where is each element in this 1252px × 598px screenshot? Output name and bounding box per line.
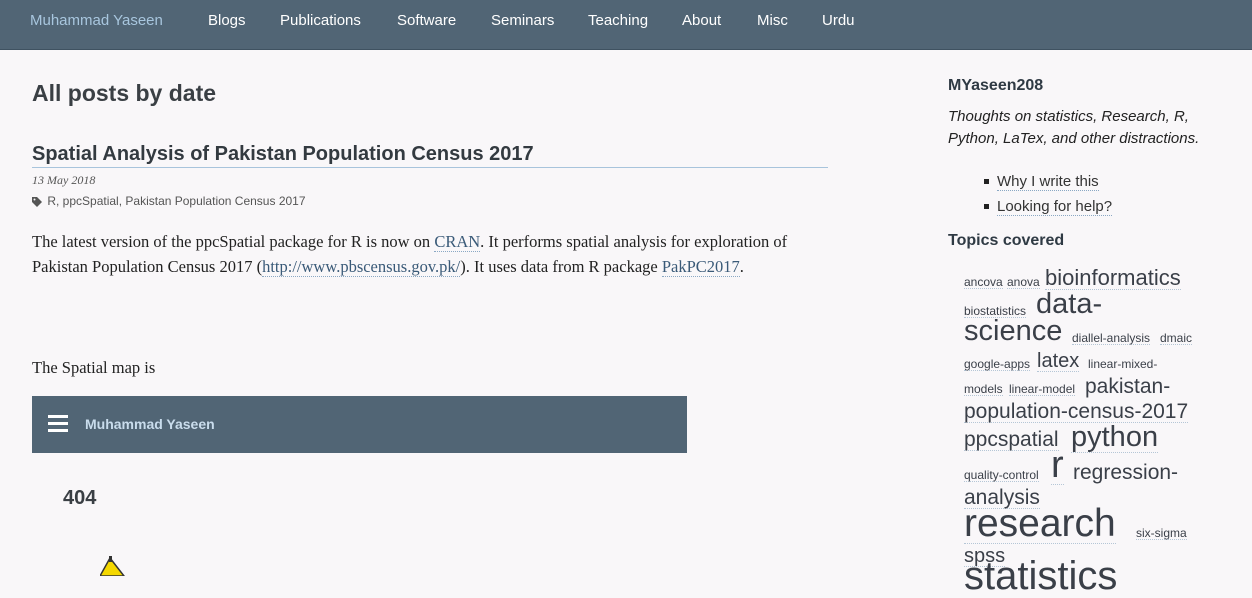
post-text: ). It uses data from R package [460,257,662,276]
pakpc2017-link[interactable]: PakPC2017 [661,257,740,277]
nav-item-about[interactable]: About [682,12,721,29]
tag-linear-model[interactable]: linear-model [1009,383,1076,396]
top-navbar: Muhammad Yaseen Blogs Publications Softw… [0,0,1252,50]
tag-anova[interactable]: anova [1007,276,1040,289]
tag-regression-analysis[interactable]: regression- [1073,462,1178,483]
tag-linear-mixed-models[interactable]: linear-mixed- [1088,358,1157,370]
sidebar-link-item: Why I write this [984,169,1112,194]
nav-item-software[interactable]: Software [397,12,456,29]
tag-icon [32,196,42,207]
post-tag-list[interactable]: R, ppcSpatial, Pakistan Population Censu… [47,194,305,208]
sidebar-description: Thoughts on statistics, Research, R, Pyt… [948,108,1200,147]
cran-link[interactable]: CRAN [434,232,481,252]
tag-latex[interactable]: latex [1037,351,1080,372]
sidebar-link-item: Looking for help? [984,194,1113,219]
post-body: The latest version of the ppcSpatial pac… [32,229,792,279]
embedded-brand-link[interactable]: Muhammad Yaseen [85,416,215,432]
page-title: All posts by date [32,80,217,106]
embedded-error-code: 404 [63,487,97,509]
nav-item-misc[interactable]: Misc [757,12,788,29]
tag-diallel-analysis[interactable]: diallel-analysis [1072,332,1151,345]
tag-google-apps[interactable]: google-apps [964,358,1031,371]
tag-quality-control[interactable]: quality-control [964,469,1039,482]
hamburger-menu-icon[interactable] [48,415,68,433]
nav-item-seminars[interactable]: Seminars [491,12,554,29]
tag-pakistan-population-census-2017[interactable]: pakistan- [1085,376,1170,397]
nav-item-publications[interactable]: Publications [280,12,361,29]
brand-link[interactable]: Muhammad Yaseen [30,12,163,29]
pbscensus-link[interactable]: http://www.pbscensus.gov.pk/ [262,257,461,277]
tag-statistics[interactable]: statistics [964,556,1117,596]
tag-six-sigma[interactable]: six-sigma [1136,527,1187,540]
nav-item-urdu[interactable]: Urdu [822,12,855,29]
tag-linear-mixed-models-cont[interactable]: models [964,383,1003,396]
warning-icon [100,556,125,576]
post-text: The latest version of the ppcSpatial pac… [32,232,435,251]
tag-python[interactable]: python [1071,423,1159,453]
tag-data-science-cont[interactable]: science [964,317,1062,346]
topics-title: Topics covered [948,232,1065,249]
embedded-page-navbar: Muhammad Yaseen [32,396,687,453]
tag-ancova[interactable]: ancova [964,276,1003,289]
tag-r[interactable]: r [1051,446,1064,485]
looking-for-help-link[interactable]: Looking for help? [997,198,1113,216]
tag-research[interactable]: research [964,504,1116,544]
tag-bioinformatics[interactable]: bioinformatics [1045,267,1181,290]
post-title-link[interactable]: Spatial Analysis of Pakistan Population … [32,143,828,168]
why-i-write-link[interactable]: Why I write this [997,173,1099,191]
map-intro-text: The Spatial map is [32,358,156,377]
post-tags: R, ppcSpatial, Pakistan Population Censu… [32,194,306,208]
tag-dmaic[interactable]: dmaic [1160,332,1193,345]
post-text: . [739,257,744,276]
nav-item-teaching[interactable]: Teaching [588,12,648,29]
sidebar-title: MYaseen208 [948,77,1044,94]
sidebar-links: Why I write this Looking for help? [984,169,1113,219]
tag-ppcspatial[interactable]: ppcspatial [964,429,1059,451]
tag-pakistan-population-census-2017-cont[interactable]: population-census-2017 [964,401,1189,423]
nav-item-blogs[interactable]: Blogs [208,12,246,29]
post-date: 13 May 2018 [32,173,96,187]
